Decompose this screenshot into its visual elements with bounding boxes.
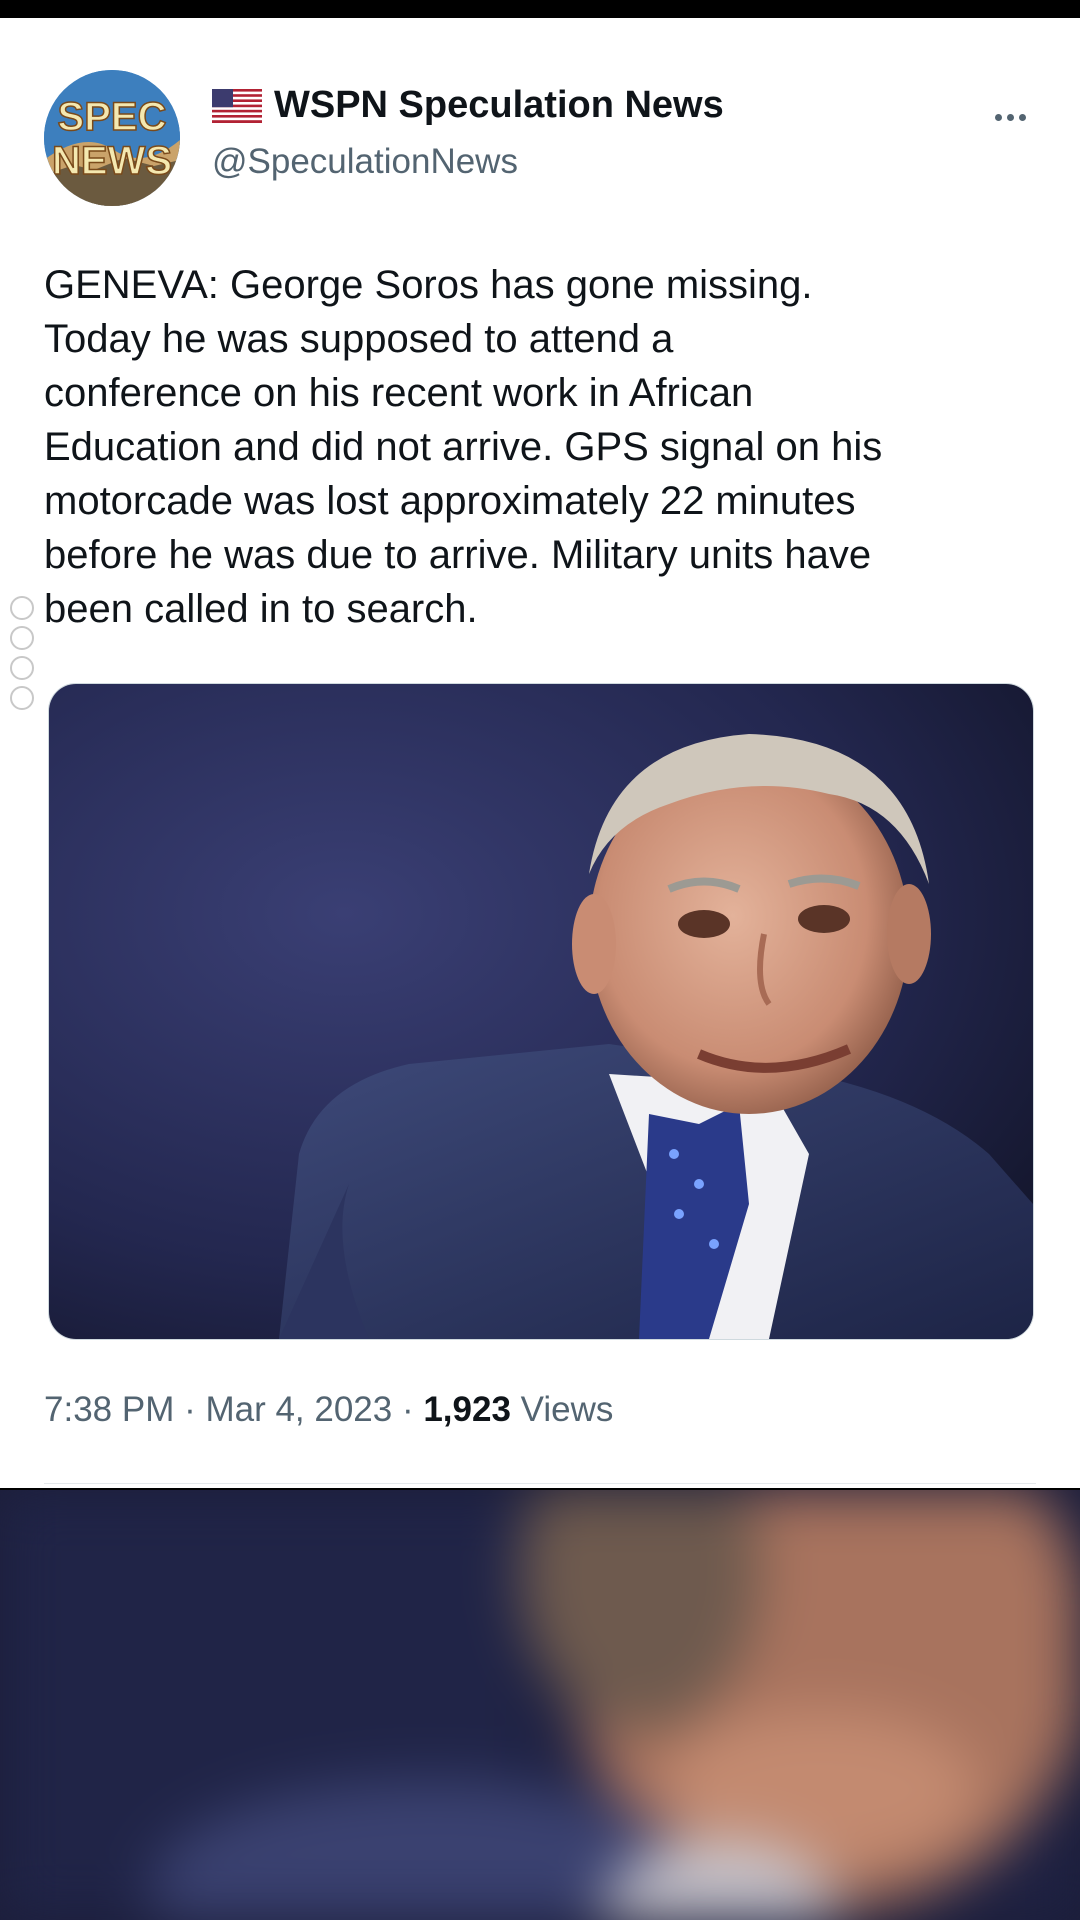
tweet-text-line: before he was due to arrive. Military un…: [44, 533, 872, 577]
tweet-meta: 7:38 PM · Mar 4, 2023 · 1,923 Views: [44, 1390, 613, 1430]
tweet-text-line: conference on his recent work in African: [44, 371, 754, 415]
views-count: 1,923: [423, 1390, 511, 1429]
blurred-photo-region: [0, 1490, 1080, 1920]
ring-icon: [10, 656, 34, 680]
spec-news-logo: SPEC NEWS: [44, 70, 180, 206]
tweet-text-line: motorcade was lost approximately 22 minu…: [44, 479, 856, 523]
views-label: Views: [510, 1390, 614, 1429]
tweet-photo[interactable]: [48, 683, 1034, 1340]
top-black-bar: [0, 0, 1080, 18]
us-flag-icon: [212, 88, 262, 123]
author-display-name[interactable]: WSPN Speculation News: [274, 84, 724, 127]
profile-avatar[interactable]: SPEC NEWS: [44, 70, 180, 206]
tweet-text: GENEVA: George Soros has gone missing. T…: [44, 258, 1044, 636]
tweet-text-line: Education and did not arrive. GPS signal…: [44, 425, 883, 469]
blurred-photo: [0, 1490, 1080, 1920]
tweet-text-line: been called in to search.: [44, 587, 478, 631]
divider: [44, 1483, 1036, 1484]
more-dots-icon: [994, 113, 1002, 121]
tweet-text-line: GENEVA: George Soros has gone missing.: [44, 263, 813, 307]
ring-icon: [10, 596, 34, 620]
more-options-button[interactable]: [985, 102, 1035, 132]
portrait-photo: [49, 684, 1033, 1339]
author-name-row[interactable]: WSPN Speculation News: [212, 84, 724, 127]
ring-icon: [10, 626, 34, 650]
ring-icon: [10, 686, 34, 710]
tweet-card: SPEC NEWS WSPN Speculation News @Specula…: [0, 18, 1080, 1488]
svg-text:NEWS: NEWS: [52, 139, 172, 183]
more-dot: [1006, 113, 1014, 121]
tweet-timestamp[interactable]: 7:38 PM · Mar 4, 2023 ·: [44, 1390, 423, 1429]
author-handle[interactable]: @SpeculationNews: [212, 142, 518, 182]
tweet-text-line: Today he was supposed to attend a: [44, 317, 674, 361]
more-dot: [1018, 113, 1026, 121]
side-ring-markers: [10, 596, 36, 716]
avatar-logo-text: SPEC: [58, 95, 167, 139]
